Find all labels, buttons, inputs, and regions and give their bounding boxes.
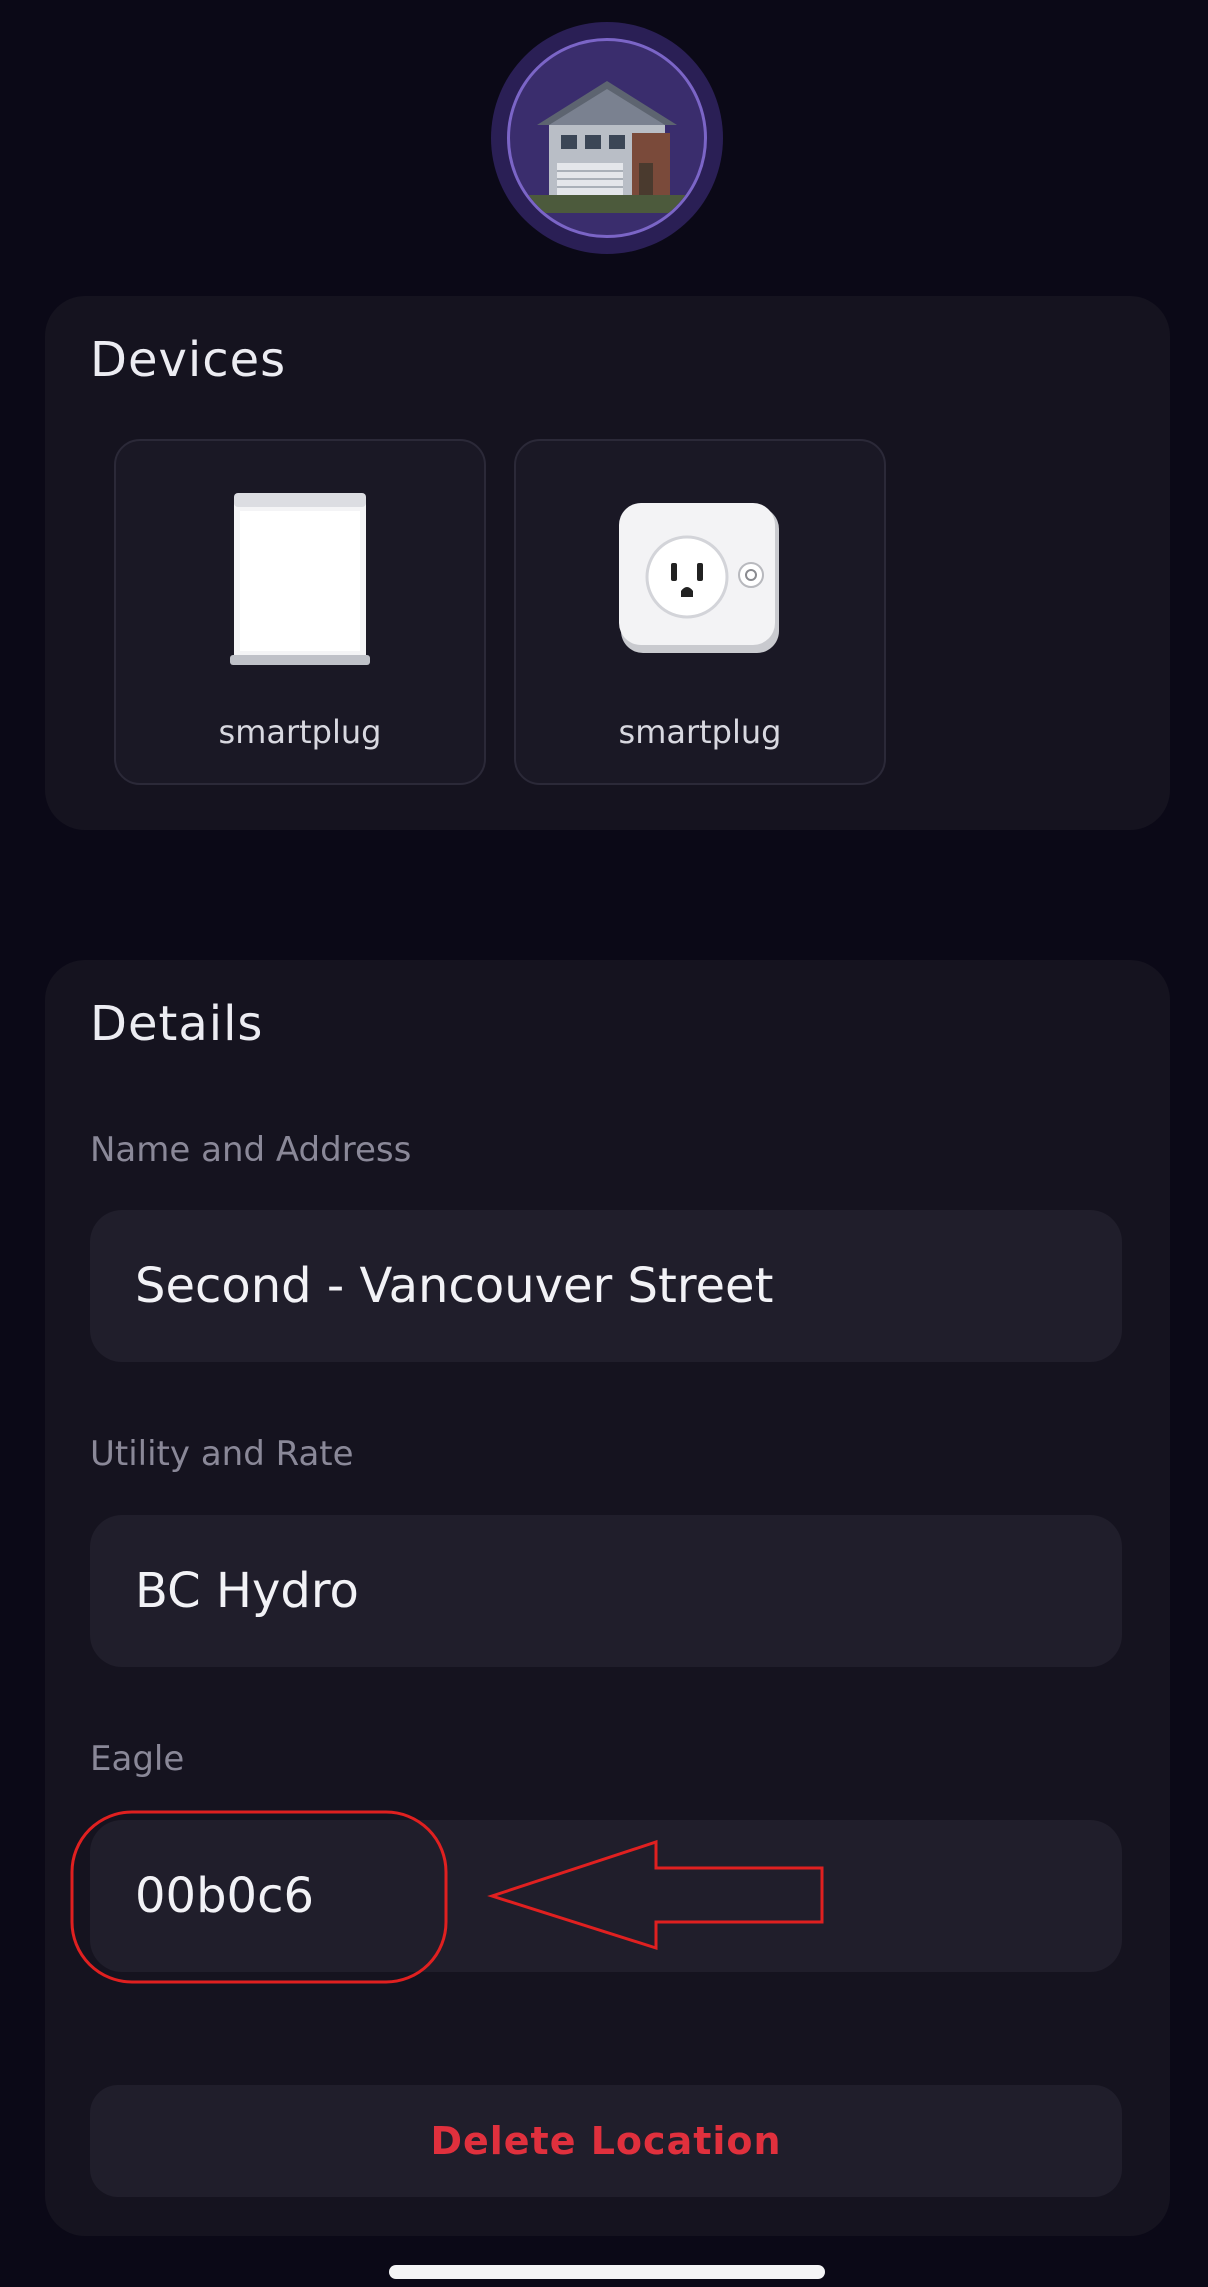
utility-rate-field[interactable]: BC Hydro [90, 1515, 1122, 1667]
location-avatar[interactable] [491, 22, 723, 254]
utility-rate-label: Utility and Rate [90, 1434, 354, 1474]
details-title: Details [90, 996, 264, 1052]
device-label: smartplug [618, 713, 782, 751]
smart-outlet-icon [615, 489, 785, 669]
eagle-label: Eagle [90, 1739, 185, 1779]
delete-location-button[interactable]: Delete Location [90, 2085, 1122, 2197]
name-address-label: Name and Address [90, 1130, 412, 1170]
details-card: Details Name and Address Second - Vancou… [45, 960, 1170, 2236]
name-address-field[interactable]: Second - Vancouver Street [90, 1210, 1122, 1362]
eagle-field[interactable]: 00b0c6 [90, 1820, 1122, 1972]
devices-card: Devices smartplug smartplug [45, 296, 1170, 830]
devices-title: Devices [90, 332, 287, 388]
house-icon [507, 38, 707, 238]
device-tile[interactable]: smartplug [114, 439, 486, 785]
home-indicator[interactable] [389, 2265, 825, 2279]
device-tile[interactable]: smartplug [514, 439, 886, 785]
dishwasher-icon [215, 489, 385, 669]
device-label: smartplug [218, 713, 382, 751]
